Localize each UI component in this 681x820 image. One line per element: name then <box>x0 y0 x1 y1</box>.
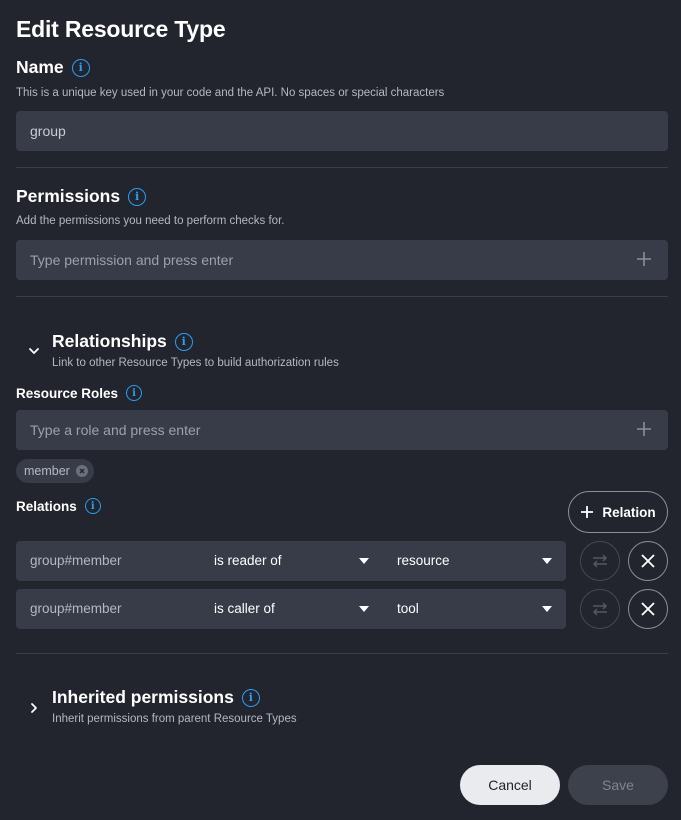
caret-down-icon[interactable] <box>359 558 369 564</box>
caret-down-icon[interactable] <box>359 606 369 612</box>
permissions-info-icon[interactable]: i <box>128 187 147 206</box>
relation-type-select[interactable]: is caller of <box>214 601 275 616</box>
caret-down-icon[interactable] <box>542 606 552 612</box>
close-icon <box>641 602 655 616</box>
add-relation-button[interactable]: Relation <box>568 491 668 533</box>
edit-resource-type-page: Edit Resource Type Name i This is a uniq… <box>0 0 681 820</box>
add-role-icon[interactable] <box>634 419 654 439</box>
permissions-description: Add the permissions you need to perform … <box>16 215 285 227</box>
relationships-label: Relationships <box>52 331 167 351</box>
remove-relation-button[interactable] <box>628 589 668 629</box>
resource-roles-label: Resource Roles <box>16 385 119 401</box>
swap-icon <box>593 554 607 568</box>
chevron-down-icon[interactable] <box>27 344 41 358</box>
permission-input-placeholder: Type permission and press enter <box>30 252 234 268</box>
divider <box>16 653 668 654</box>
divider <box>16 167 668 168</box>
permissions-label: Permissions <box>16 186 121 206</box>
relation-subject: group#member <box>30 553 122 568</box>
name-section-header: Name i <box>16 57 90 78</box>
add-permission-icon[interactable] <box>634 249 654 269</box>
relation-row: group#member is caller of tool <box>16 589 566 629</box>
relation-subject: group#member <box>30 601 122 616</box>
inherited-description: Inherit permissions from parent Resource… <box>52 713 297 725</box>
caret-down-icon[interactable] <box>542 558 552 564</box>
relation-object-select[interactable]: tool <box>397 601 419 616</box>
save-button[interactable]: Save <box>568 765 668 805</box>
page-title: Edit Resource Type <box>16 16 226 42</box>
swap-icon <box>593 602 607 616</box>
close-icon <box>641 554 655 568</box>
divider <box>16 296 668 297</box>
relations-label: Relations <box>16 498 77 514</box>
relation-type-select[interactable]: is reader of <box>214 553 282 568</box>
name-input-value: group <box>30 123 66 139</box>
swap-relation-button[interactable] <box>580 589 620 629</box>
name-label: Name <box>16 57 64 77</box>
cancel-button[interactable]: Cancel <box>460 765 560 805</box>
permissions-section-header: Permissions i <box>16 186 147 207</box>
relationships-description: Link to other Resource Types to build au… <box>52 357 339 369</box>
add-relation-label: Relation <box>602 504 656 520</box>
resource-roles-info-icon[interactable]: i <box>126 385 143 401</box>
relationships-section-header[interactable]: Relationships i <box>52 331 193 352</box>
inherited-info-icon[interactable]: i <box>241 688 260 707</box>
name-input[interactable]: group <box>16 111 668 151</box>
role-chip-label: member <box>24 464 70 478</box>
remove-relation-button[interactable] <box>628 541 668 581</box>
relations-header: Relations i <box>16 498 101 514</box>
resource-roles-header: Resource Roles i <box>16 385 143 401</box>
relationships-info-icon[interactable]: i <box>174 332 193 351</box>
role-input[interactable]: Type a role and press enter <box>16 410 668 450</box>
name-info-icon[interactable]: i <box>71 58 90 77</box>
plus-icon <box>581 506 594 518</box>
chevron-right-icon[interactable] <box>27 701 41 715</box>
role-input-placeholder: Type a role and press enter <box>30 422 201 438</box>
relation-row: group#member is reader of resource <box>16 541 566 581</box>
swap-relation-button[interactable] <box>580 541 620 581</box>
role-chip: member <box>16 459 94 483</box>
permission-input[interactable]: Type permission and press enter <box>16 240 668 280</box>
inherited-label: Inherited permissions <box>52 687 234 707</box>
inherited-section-header[interactable]: Inherited permissions i <box>52 687 260 708</box>
name-description: This is a unique key used in your code a… <box>16 87 445 99</box>
relations-info-icon[interactable]: i <box>84 498 101 514</box>
relation-object-select[interactable]: resource <box>397 553 450 568</box>
remove-chip-icon[interactable] <box>75 465 88 477</box>
